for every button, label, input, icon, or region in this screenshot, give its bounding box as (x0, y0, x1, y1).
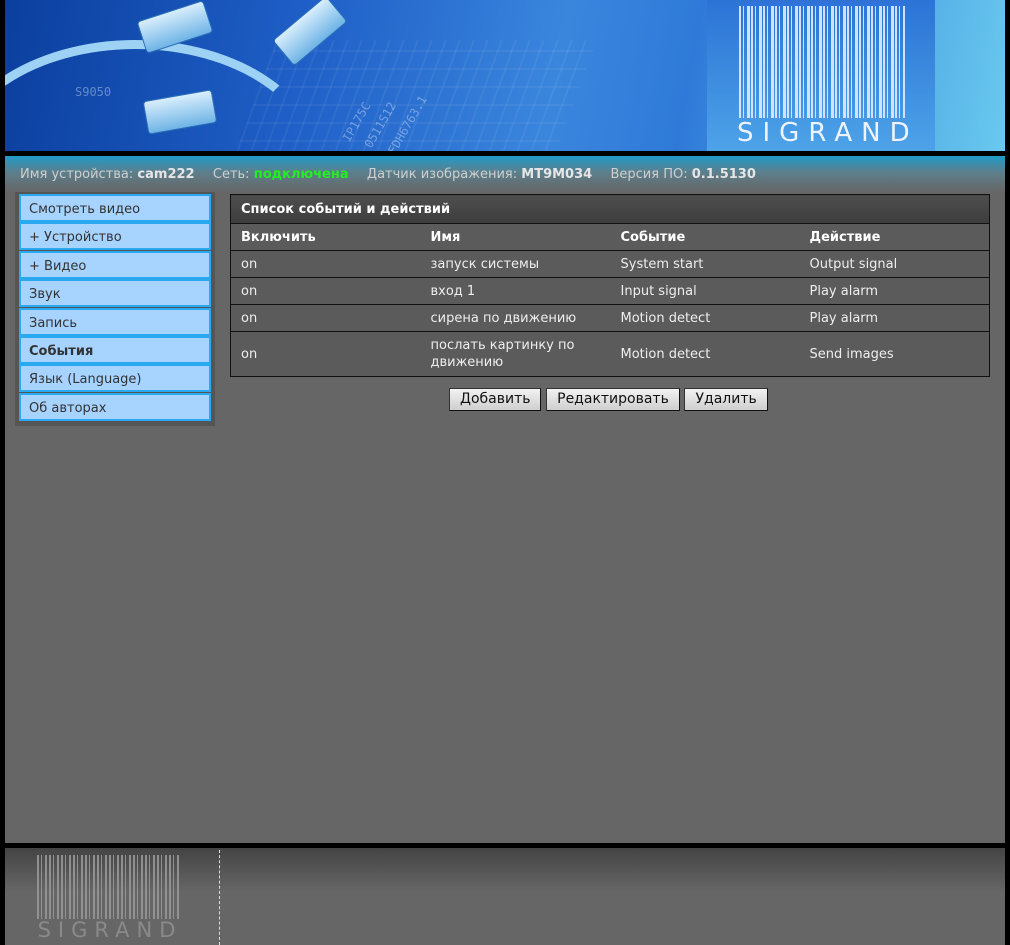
column-header-action: Действие (799, 223, 990, 251)
table-title: Список событий и действий (230, 194, 990, 224)
footer-logo-text: SIGRAND (37, 918, 183, 942)
cell-name: послать картинку по движению (420, 331, 611, 377)
sidebar-item-watch-video[interactable]: Смотреть видео (19, 194, 211, 222)
device-name-label: Имя устройства: (20, 167, 134, 182)
device-status-bar: Имя устройства: cam222 Сеть: подключена … (5, 156, 1005, 192)
sidebar-item-device[interactable]: + Устройство (19, 222, 211, 251)
barcode-logo-graphic (739, 6, 905, 118)
logo-text: SIGRAND (737, 118, 919, 148)
firmware-value: 0.1.5130 (691, 167, 756, 182)
device-name-value: cam222 (137, 167, 195, 182)
sidebar-item-events[interactable]: События (19, 335, 211, 364)
table-row[interactable]: on послать картинку по движению Motion d… (230, 331, 990, 377)
cell-event: Motion detect (610, 331, 800, 377)
sensor-value: MT9M034 (521, 167, 593, 182)
table-caption-row: Список событий и действий (230, 194, 990, 224)
sidebar-item-language[interactable]: Язык (Language) (19, 364, 211, 393)
cell-event: Motion detect (610, 304, 800, 332)
firmware-label: Версия ПО: (610, 167, 688, 182)
cell-name: вход 1 (420, 277, 611, 305)
delete-button[interactable]: Удалить (684, 388, 768, 411)
table-row[interactable]: on запуск системы System start Output si… (230, 250, 990, 278)
cell-enabled: on (230, 331, 421, 377)
board-marking: S9050 (75, 85, 112, 99)
cell-enabled: on (230, 250, 421, 278)
sidebar-item-recording[interactable]: Запись (19, 307, 211, 336)
cell-action: Send images (799, 331, 990, 377)
sigrand-logo: SIGRAND (707, 0, 935, 151)
footer-divider (219, 850, 220, 945)
cell-name: сирена по движению (420, 304, 611, 332)
header-banner: IP175C 0511S12 FDH6763.1 S9050 SIGRAND (5, 0, 1005, 151)
cell-action: Play alarm (799, 277, 990, 305)
column-header-name: Имя (420, 223, 611, 251)
content-panel: Список событий и действий Включить Имя С… (224, 192, 996, 426)
cell-action: Output signal (799, 250, 990, 278)
events-table: Список событий и действий Включить Имя С… (230, 194, 990, 377)
edit-button[interactable]: Редактировать (546, 388, 680, 411)
cell-name: запуск системы (420, 250, 611, 278)
table-row[interactable]: on сирена по движению Motion detect Play… (230, 304, 990, 332)
footer: SIGRAND (5, 848, 1005, 945)
add-button[interactable]: Добавить (449, 388, 542, 411)
table-row[interactable]: on вход 1 Input signal Play alarm (230, 277, 990, 305)
column-header-event: Событие (610, 223, 800, 251)
network-label: Сеть: (212, 167, 250, 182)
sidebar-item-video[interactable]: + Видео (19, 250, 211, 279)
cell-enabled: on (230, 277, 421, 305)
sidebar-menu: Смотреть видео + Устройство + Видео Звук… (15, 192, 215, 426)
sidebar-item-sound[interactable]: Звук (19, 279, 211, 308)
main-area: Смотреть видео + Устройство + Видео Звук… (5, 192, 1005, 843)
cell-event: Input signal (610, 277, 800, 305)
action-buttons: Добавить Редактировать Удалить (449, 388, 768, 411)
footer-barcode-logo (37, 855, 181, 919)
network-status-value: подключена (253, 167, 349, 182)
table-header-row: Включить Имя Событие Действие (230, 223, 990, 251)
column-header-enable: Включить (230, 223, 421, 251)
sidebar-item-about[interactable]: Об авторах (19, 392, 211, 421)
cell-event: System start (610, 250, 800, 278)
cell-enabled: on (230, 304, 421, 332)
sensor-label: Датчик изображения: (366, 167, 518, 182)
cell-action: Play alarm (799, 304, 990, 332)
